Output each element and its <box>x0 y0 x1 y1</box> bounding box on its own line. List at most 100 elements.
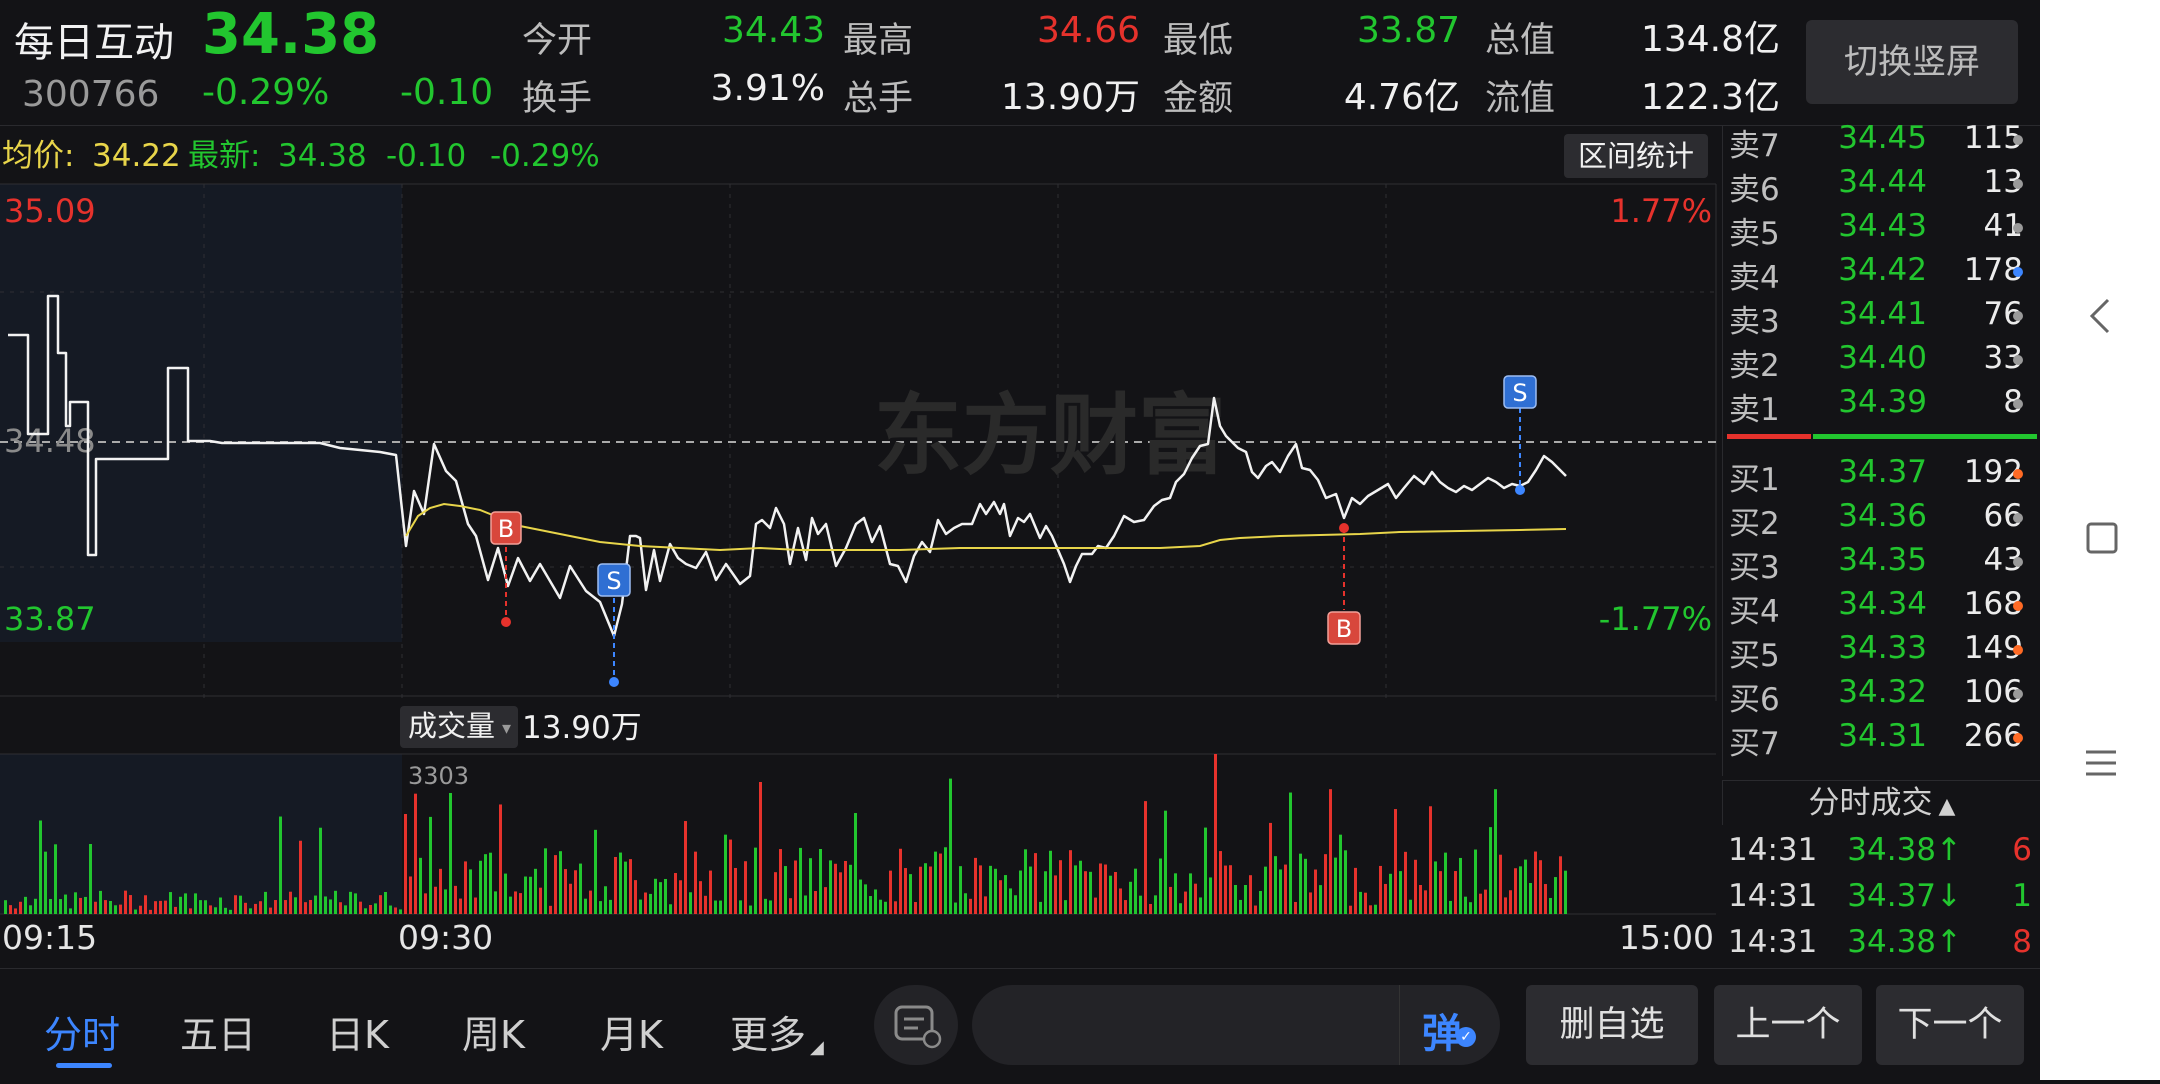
tab-five-day[interactable]: 五日 <box>180 1004 256 1059</box>
volume-bar <box>1309 892 1312 914</box>
volume-bar <box>1274 856 1277 914</box>
ask-row-3[interactable]: 卖3 34.41 76 <box>1723 294 2041 340</box>
volume-bar <box>1369 905 1372 914</box>
volume-bar <box>924 863 927 914</box>
volume-bar <box>664 878 667 914</box>
volume-bar <box>284 900 287 914</box>
tab-intraday[interactable]: 分时 <box>44 1004 120 1059</box>
menu-icon[interactable] <box>2086 750 2116 776</box>
danmaku-input[interactable]: 弹 ✓ <box>972 985 1500 1065</box>
volume-bar <box>684 821 687 914</box>
volume-bar <box>309 899 312 914</box>
volume-bar <box>1114 872 1117 914</box>
volume-bar <box>1379 865 1382 914</box>
tab-monthly-k[interactable]: 月K <box>600 1004 663 1059</box>
volume-bar <box>9 905 12 914</box>
volume-bar <box>1444 852 1447 914</box>
bid-dot <box>2013 689 2023 699</box>
volume-bar <box>419 857 422 914</box>
ask-dot <box>2013 267 2023 277</box>
ask-qty: 13 <box>1983 164 2023 200</box>
volume-bar <box>994 868 997 914</box>
switch-portrait-button[interactable]: 切换竖屏 <box>1806 20 2018 104</box>
volume-bar <box>1059 860 1062 914</box>
ask-row-4[interactable]: 卖4 34.42 178 <box>1723 250 2041 296</box>
volume-bar <box>264 891 267 914</box>
trade-row: 14:31 34.37↓ 1 <box>1722 876 2040 922</box>
tab-more[interactable]: 更多 <box>730 1004 806 1059</box>
volume-bar <box>1109 875 1112 914</box>
volume-bar <box>494 891 497 914</box>
ask-row-6[interactable]: 卖6 34.44 13 <box>1723 162 2041 208</box>
volume-bar <box>1219 851 1222 914</box>
intraday-chart[interactable]: 均价: 34.22 最新: 34.38 -0.10 -0.29% 区间统计 东方… <box>0 126 1720 701</box>
volume-bar <box>1019 870 1022 914</box>
bid-qty: 192 <box>1963 454 2023 490</box>
volume-bar <box>1004 875 1007 914</box>
volume-bar <box>1439 871 1442 914</box>
bid-row-4[interactable]: 买4 34.34 168 <box>1723 584 2041 630</box>
volume-bar <box>514 891 517 914</box>
bid-row-2[interactable]: 买2 34.36 66 <box>1723 496 2041 542</box>
tab-weekly-k[interactable]: 周K <box>462 1004 525 1059</box>
tab-daily-k[interactable]: 日K <box>326 1004 389 1059</box>
volume-bar <box>759 782 762 914</box>
sell-marker-1[interactable]: S <box>597 563 631 687</box>
bid-row-7[interactable]: 买7 34.31 266 <box>1723 716 2041 762</box>
volume-bar <box>329 899 332 914</box>
volume-bar <box>519 893 522 914</box>
avg-label: 均价: <box>2 138 74 174</box>
volume-bar <box>429 816 432 914</box>
latest-change: -0.10 <box>386 138 466 174</box>
volume-bar <box>1239 899 1242 914</box>
volume-bar <box>1244 884 1247 914</box>
volume-bar <box>444 889 447 914</box>
volume-bar <box>544 848 547 914</box>
ask-row-1[interactable]: 卖1 34.398 <box>1723 382 2041 428</box>
ask-row-2[interactable]: 卖2 34.40 33 <box>1723 338 2041 384</box>
volume-bar <box>119 904 122 914</box>
volume-bar <box>1289 792 1292 914</box>
volume-bar <box>1514 868 1517 914</box>
trades-header[interactable]: 分时成交 ▲ <box>1722 780 2041 825</box>
volume-bar <box>114 905 117 914</box>
volume-bar <box>729 839 732 914</box>
pre-market-shade <box>0 184 402 642</box>
trade-time: 14:31 <box>1728 924 1818 960</box>
home-square-icon[interactable] <box>2086 522 2118 554</box>
bid-row-6[interactable]: 买6 34.32 106 <box>1723 672 2041 718</box>
remove-watchlist-button[interactable]: 删自选 <box>1526 985 1698 1065</box>
prev-stock-button[interactable]: 上一个 <box>1714 985 1862 1065</box>
volume-bar <box>29 905 32 914</box>
bid-row-5[interactable]: 买5 34.33 149 <box>1723 628 2041 674</box>
trade-row: 14:31 34.38↑ 6 <box>1722 830 2040 876</box>
bid-dot <box>2013 645 2023 655</box>
volume-bar <box>559 851 562 914</box>
ask-qty: 178 <box>1963 252 2023 288</box>
danmaku-toggle[interactable]: 弹 ✓ <box>1399 985 1500 1065</box>
volume-bar <box>1094 897 1097 914</box>
bid-row-3[interactable]: 买3 34.35 43 <box>1723 540 2041 586</box>
buy-marker-2[interactable]: B <box>1327 523 1361 645</box>
ask-row-7[interactable]: 卖7 34.45 115 <box>1723 118 2041 164</box>
volume-bar <box>1499 854 1502 914</box>
ask-row-5[interactable]: 卖5 34.43 41 <box>1723 206 2041 252</box>
bid-label: 买4 <box>1729 594 1780 630</box>
volume-bar <box>1074 865 1077 914</box>
volume-bar <box>1424 890 1427 914</box>
back-icon[interactable] <box>2089 298 2110 334</box>
volume-bar <box>1264 866 1267 914</box>
volume-bar <box>1549 897 1552 914</box>
comment-icon-button[interactable] <box>874 985 958 1065</box>
trade-price: 34.38↑ <box>1847 924 1962 960</box>
buy-marker-1[interactable]: B <box>490 511 522 627</box>
volume-bar <box>764 898 767 914</box>
volume-bar <box>809 858 812 914</box>
next-stock-button[interactable]: 下一个 <box>1876 985 2024 1065</box>
volume-bar <box>1049 850 1052 914</box>
time-label-0915: 09:15 <box>2 918 98 957</box>
ask-label: 卖1 <box>1729 392 1780 428</box>
bid-row-1[interactable]: 买1 34.37 192 <box>1723 452 2041 498</box>
volume-bar <box>539 887 542 914</box>
volume-bar <box>689 892 692 914</box>
